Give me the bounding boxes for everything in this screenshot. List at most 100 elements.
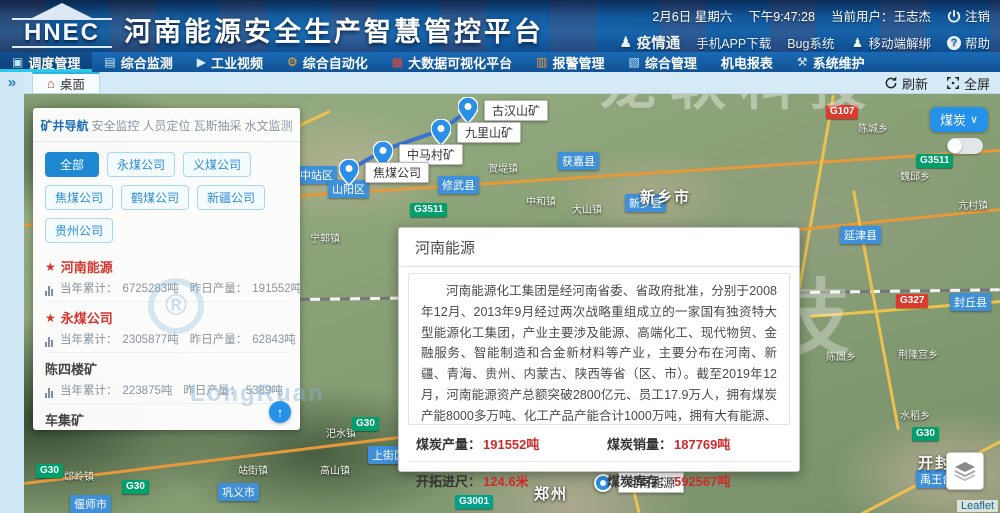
list-item[interactable]: 陈四楼矿 当年累计：223875吨 昨日产量：5389吨 (45, 352, 288, 403)
nav-item[interactable]: ⚒ 系统维护 (785, 52, 877, 72)
nav-item-label: 综合自动化 (303, 53, 368, 72)
mine-pin[interactable]: 古汉山矿 (458, 97, 478, 123)
yearly-label: 当年累计： (60, 331, 118, 347)
mine-pin-label: 古汉山矿 (484, 100, 548, 121)
nav-item[interactable]: ▤ 综合监测 (92, 52, 184, 72)
stat-cell: 煤炭销量：187769吨 (599, 425, 790, 461)
filter-button[interactable]: 永煤公司 (107, 152, 175, 177)
refresh-button[interactable]: 刷新 (884, 74, 928, 93)
map-layers-button[interactable] (946, 452, 984, 490)
header-link[interactable]: ♟ 移动端解绑 (850, 33, 931, 52)
expand-chevrons-icon[interactable]: » (0, 72, 24, 94)
yearly-label: 当年累计： (60, 382, 118, 398)
filter-button[interactable]: 义煤公司 (183, 152, 251, 177)
refresh-icon (884, 76, 898, 90)
header-link[interactable]: ? 帮助 (947, 33, 990, 52)
stat-cell: 煤炭库存：592567吨 (599, 461, 790, 498)
daily-label: 昨日产量： (183, 382, 241, 398)
nav-item-label: 报警管理 (552, 53, 604, 72)
mine-name: 永煤公司 (61, 308, 113, 327)
daily-value: 62843吨 (252, 331, 295, 347)
filter-button[interactable]: 全部 (45, 152, 99, 177)
mine-pin[interactable]: 焦煤公司 (339, 159, 359, 185)
panel-tab[interactable]: 安全监控 (90, 108, 141, 141)
mine-name: 河南能源 (61, 257, 113, 276)
mine-name: 车集矿 (45, 410, 84, 429)
pin-icon (339, 159, 359, 185)
nav-item-label: 调度管理 (28, 53, 80, 72)
stat-label: 开拓进尺： (416, 474, 481, 489)
layer-toggle-switch[interactable] (947, 138, 983, 154)
nav-item[interactable]: ▣ 调度管理 (0, 52, 92, 72)
mine-pin[interactable]: 九里山矿 (431, 119, 451, 145)
home-icon: ⌂ (47, 77, 55, 90)
nav-item-icon: ▧ (628, 56, 639, 68)
mine-stats: 当年累计：6725283吨 昨日产量：191552吨 (45, 280, 288, 296)
person-icon: ♟ (619, 36, 633, 50)
filter-button[interactable]: 鹤煤公司 (121, 185, 189, 210)
list-item[interactable]: ★ 河南能源 当年累计：6725283吨 昨日产量：191552吨 (45, 251, 288, 301)
nav-item[interactable]: ▶ 工业视频 (185, 52, 275, 72)
nav-item-label: 综合管理 (645, 53, 697, 72)
stat-cell: 开拓进尺：124.6米 (408, 461, 599, 498)
page-title: 河南能源安全生产智慧管控平台 (124, 10, 544, 49)
star-icon: ★ (45, 311, 56, 325)
logout-button[interactable]: 注销 (947, 6, 990, 25)
scroll-up-button[interactable]: ↑ (269, 401, 291, 423)
current-user: 当前用户：王志杰 (831, 6, 931, 25)
nav-item-icon: ▤ (104, 56, 115, 68)
fullscreen-icon (946, 76, 960, 90)
mine-pin-label: 焦煤公司 (365, 162, 429, 183)
tab-desktop[interactable]: ⌂ 桌面 (32, 72, 100, 94)
daily-value: 191552吨 (252, 280, 300, 296)
help-icon: ? (947, 36, 961, 50)
yearly-value: 2305877吨 (123, 331, 179, 347)
yearly-label: 当年累计： (60, 280, 118, 296)
nav-item-icon: ▥ (536, 56, 547, 68)
nav-item[interactable]: ▥ 报警管理 (524, 52, 616, 72)
sidebar-collapse-strip: » (0, 72, 24, 513)
stat-value: 124.6米 (483, 474, 529, 489)
stat-value: 592567吨 (674, 474, 730, 489)
stat-label: 煤炭产量： (416, 437, 481, 452)
panel-tab[interactable]: 水文监测 (243, 108, 294, 141)
filter-button[interactable]: 贵州公司 (45, 218, 113, 243)
nav-item-label: 机电报表 (721, 53, 773, 72)
coal-layer-button[interactable]: 煤炭 ∨ (930, 107, 988, 132)
bar-chart-icon (45, 286, 53, 296)
nav-item-icon: ▶ (197, 56, 206, 68)
header-link[interactable]: Bug系统 (787, 33, 834, 52)
nav-item-icon: ⚙ (287, 56, 298, 68)
panel-tab[interactable]: 矿井导航 (39, 108, 90, 141)
toggle-knob (948, 139, 962, 153)
company-filters: 全部永煤公司义煤公司焦煤公司鹤煤公司新疆公司贵州公司 (33, 142, 300, 251)
header-link-label: 移动端解绑 (868, 33, 931, 52)
filter-button[interactable]: 焦煤公司 (45, 185, 113, 210)
person-icon: ♟ (850, 36, 864, 50)
list-item[interactable]: 车集矿 当年累计：179682吨 昨日产量：4506吨 (45, 403, 288, 430)
mine-stats: 当年累计：223875吨 昨日产量：5389吨 (45, 382, 288, 398)
header-link[interactable]: ♟ 疫情通 (619, 32, 681, 53)
nav-item[interactable]: ▦ 大数据可视化平台 (380, 52, 524, 72)
nav-item-icon: ▦ (392, 56, 403, 68)
nav-item-icon: ⚒ (797, 56, 808, 68)
header-status-row: 2月6日 星期六 下午9:47:28 当前用户：王志杰 注销 (619, 6, 990, 25)
mine-name: 陈四楼矿 (45, 359, 97, 378)
panel-tab[interactable]: 瓦斯抽采 (192, 108, 243, 141)
main-nav: ▣ 调度管理 ▤ 综合监测 ▶ 工业视频 ⚙ 综合自动化 ▦ 大数据可视化平台 (0, 52, 1000, 72)
time-text: 下午9:47:28 (748, 6, 815, 25)
chevron-down-icon: ∨ (970, 113, 978, 126)
map-attribution[interactable]: Leaflet (957, 500, 998, 512)
fullscreen-button[interactable]: 全屏 (946, 74, 990, 93)
nav-item[interactable]: 机电报表 (709, 52, 785, 72)
road (24, 430, 451, 485)
app-window: 龙软科技 龙软科技 LongRuan ® 中站区山阳区修武县获嘉县新乡县延津县封… (0, 0, 1000, 513)
filter-button[interactable]: 新疆公司 (197, 185, 265, 210)
nav-item[interactable]: ▧ 综合管理 (616, 52, 708, 72)
list-item[interactable]: ★ 永煤公司 当年累计：2305877吨 昨日产量：62843吨 (45, 301, 288, 352)
nav-item[interactable]: ⚙ 综合自动化 (275, 52, 380, 72)
stat-value: 187769吨 (674, 437, 730, 452)
header-link[interactable]: 手机APP下载 (696, 33, 771, 52)
nav-item-label: 大数据可视化平台 (408, 53, 512, 72)
panel-tab[interactable]: 人员定位 (141, 108, 192, 141)
